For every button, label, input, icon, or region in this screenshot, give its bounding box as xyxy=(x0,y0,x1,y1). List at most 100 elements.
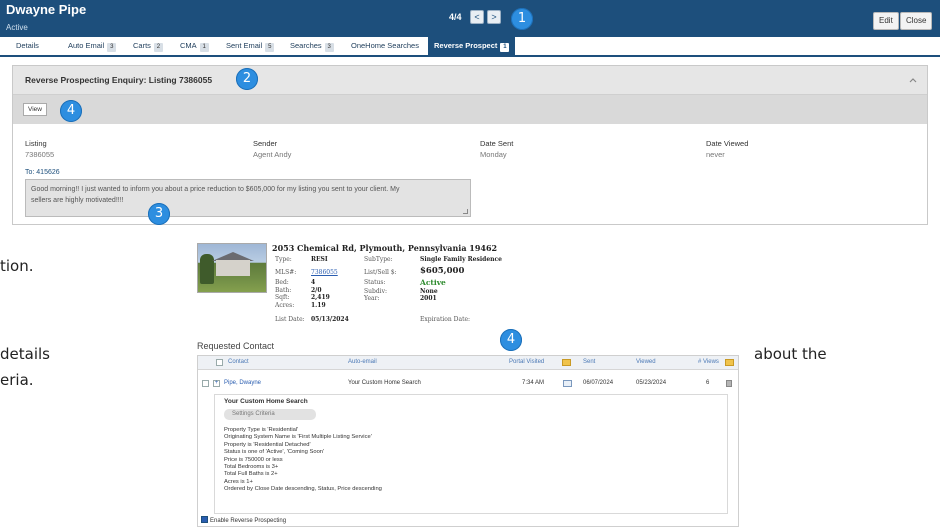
listing-photo xyxy=(197,243,267,293)
criteria-item: Total Full Baths is 2+ xyxy=(224,471,278,478)
envelope-icon[interactable] xyxy=(563,380,572,387)
list-sell-label: List/Sell $: xyxy=(364,269,397,276)
subtype-label: SubType: xyxy=(364,256,393,263)
status-label: Status: xyxy=(364,279,386,286)
tab-onehome-searches[interactable]: OneHome Searches xyxy=(351,37,419,55)
edit-button[interactable]: Edit xyxy=(873,12,899,30)
criteria-list: Property Type is 'Residential' Originati… xyxy=(224,427,382,494)
tab-searches[interactable]: Searches 3 xyxy=(290,37,334,55)
sender-value: Agent Andy xyxy=(253,150,292,159)
type-label: Type: xyxy=(275,256,292,263)
tab-reverse-prospect[interactable]: Reverse Prospect 1 xyxy=(428,37,516,55)
listing-label: Listing xyxy=(25,139,47,148)
subdiv-label: Subdiv: xyxy=(364,288,387,295)
background-text: details xyxy=(0,345,50,363)
close-button[interactable]: Close xyxy=(900,12,933,30)
bed-value: 4 xyxy=(311,279,316,286)
tab-carts[interactable]: Carts 2 xyxy=(133,37,163,55)
tab-label: OneHome Searches xyxy=(351,41,419,50)
enable-reverse-prospecting-checkbox[interactable]: Enable Reverse Prospecting xyxy=(201,516,286,524)
column-header-sent[interactable]: Sent xyxy=(583,359,595,365)
acres-value: 1.19 xyxy=(311,302,326,309)
date-sent-value: Monday xyxy=(480,150,507,159)
recipient-label: To: 415626 xyxy=(25,169,60,176)
type-value: RESI xyxy=(311,256,328,263)
callout-badge-3: 3 xyxy=(148,203,170,225)
callout-badge-4: 4 xyxy=(60,100,82,122)
view-button[interactable]: View xyxy=(23,103,47,116)
contact-name: Dwayne Pipe xyxy=(6,2,87,17)
tab-count-badge: 5 xyxy=(265,43,275,52)
requested-contact-title: Requested Contact xyxy=(197,341,275,351)
tab-cma[interactable]: CMA 1 xyxy=(180,37,209,55)
expand-plus-icon[interactable]: + xyxy=(213,380,220,387)
contact-status: Active xyxy=(6,23,28,32)
tab-label: Searches xyxy=(290,41,322,50)
pager-count: 4/4 xyxy=(449,12,462,22)
folder-icon xyxy=(725,359,734,366)
checkbox-checked-icon xyxy=(201,516,208,523)
listing-address: 2053 Chemical Rd, Plymouth, Pennsylvania… xyxy=(272,243,498,253)
auto-email-cell: Your Custom Home Search xyxy=(348,380,421,386)
tab-label: Auto Email xyxy=(68,41,105,50)
search-detail: Your Custom Home Search Settings Criteri… xyxy=(214,394,728,514)
callout-badge-2: 2 xyxy=(236,68,258,90)
tab-count-badge: 2 xyxy=(153,43,163,52)
date-sent-label: Date Sent xyxy=(480,139,514,148)
status-value: Active xyxy=(420,278,446,287)
tab-auto-email[interactable]: Auto Email 3 xyxy=(68,37,117,55)
tab-count-badge: 3 xyxy=(107,43,117,52)
enquiry-panel-header[interactable]: Reverse Prospecting Enquiry: Listing 738… xyxy=(13,66,927,95)
column-header-portal-visited[interactable]: Portal Visited xyxy=(509,359,544,365)
year-value: 2001 xyxy=(420,295,437,302)
views-cell: 6 xyxy=(706,380,710,386)
callout-badge-4b: 4 xyxy=(500,329,522,351)
criteria-item: Property is 'Residential Detached' xyxy=(224,441,311,448)
message-line: Good morning!! I just wanted to inform y… xyxy=(31,186,400,193)
tab-label: Sent Email xyxy=(226,41,263,50)
column-header-views[interactable]: # Views xyxy=(698,359,719,365)
settings-criteria-label: Settings Criteria xyxy=(232,411,275,417)
bath-label: Bath: xyxy=(275,287,292,294)
column-header-contact[interactable]: Contact xyxy=(228,359,249,365)
sqft-label: Sqft: xyxy=(275,294,290,301)
folder-icon xyxy=(562,359,571,366)
date-viewed-value: never xyxy=(706,150,725,159)
sender-label: Sender xyxy=(253,139,278,148)
select-all-checkbox[interactable] xyxy=(216,359,223,366)
contact-tabs: Details Auto Email 3 Carts 2 CMA 1 Sent Ema… xyxy=(0,37,940,57)
expiration-date-label: Expiration Date: xyxy=(420,316,471,323)
settings-criteria-tabs[interactable]: Settings Criteria xyxy=(224,409,316,420)
message-textarea[interactable]: Good morning!! I just wanted to inform y… xyxy=(25,179,471,217)
criteria-item: Price is 750000 or less xyxy=(224,456,283,463)
column-header-auto-email[interactable]: Auto-email xyxy=(348,359,377,365)
criteria-item: Ordered by Close Date descending, Status… xyxy=(224,486,382,493)
mls-link[interactable]: 7386055 xyxy=(311,269,338,276)
enquiry-toolbar: View xyxy=(13,95,927,124)
background-text: tion. xyxy=(0,257,34,275)
tab-count-badge: 3 xyxy=(324,43,334,52)
chevron-up-icon[interactable] xyxy=(909,76,917,84)
next-record-button[interactable]: > xyxy=(487,10,501,24)
enquiry-title: Reverse Prospecting Enquiry: Listing 738… xyxy=(25,75,213,85)
search-title: Your Custom Home Search xyxy=(224,398,308,405)
tab-details[interactable]: Details xyxy=(16,37,39,55)
criteria-item: Total Bedrooms is 3+ xyxy=(224,464,279,471)
contact-link[interactable]: Pipe, Dwayne xyxy=(224,380,261,386)
date-viewed-label: Date Viewed xyxy=(706,139,749,148)
row-checkbox[interactable] xyxy=(202,380,209,387)
enquiry-panel: Reverse Prospecting Enquiry: Listing 738… xyxy=(12,65,928,225)
tab-label: CMA xyxy=(180,41,197,50)
table-header: Contact Auto-email Portal Visited Sent V… xyxy=(198,356,738,370)
prev-record-button[interactable]: < xyxy=(470,10,484,24)
mls-label: MLS#: xyxy=(275,269,297,276)
tab-sent-email[interactable]: Sent Email 5 xyxy=(226,37,275,55)
requested-contact-table: Contact Auto-email Portal Visited Sent V… xyxy=(197,355,739,527)
trash-icon[interactable] xyxy=(726,380,732,387)
column-header-viewed[interactable]: Viewed xyxy=(636,359,656,365)
resize-grip-icon[interactable] xyxy=(463,209,468,214)
criteria-item: Status is one of 'Active', 'Coming Soon' xyxy=(224,449,325,456)
background-text: about the xyxy=(754,345,827,363)
acres-label: Acres: xyxy=(275,302,295,309)
portal-visited-cell: 7:34 AM xyxy=(522,380,545,386)
